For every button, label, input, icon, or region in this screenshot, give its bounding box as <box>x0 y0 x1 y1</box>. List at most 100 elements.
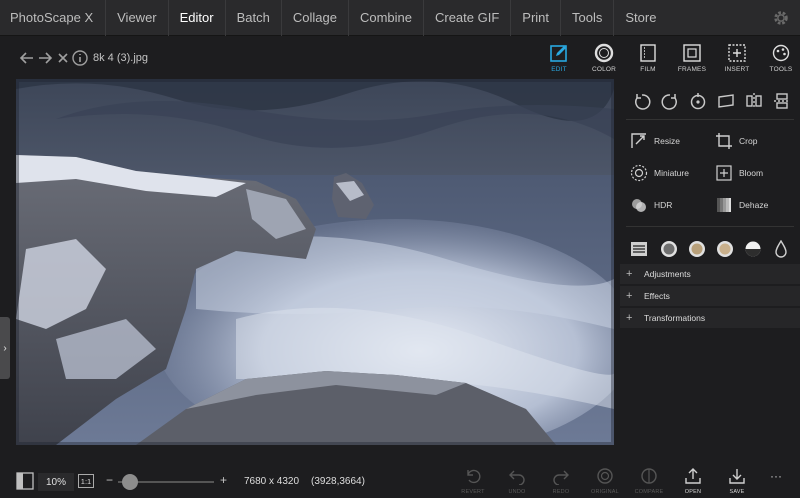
back-arrow-icon[interactable] <box>18 49 36 67</box>
rotate-free-icon[interactable] <box>688 91 708 111</box>
plus-icon: + <box>626 290 633 302</box>
original-icon <box>597 468 613 484</box>
editor-toolbar: 8k 4 (3).jpg EDIT COLOR FILM FRAMES INSE… <box>0 37 800 79</box>
file-name: 8k 4 (3).jpg <box>93 52 149 64</box>
bottom-statusbar: 10% 1:1 − + 7680 x 4320 (3928,3664) REVE… <box>0 466 800 498</box>
miniature-button[interactable]: Miniature <box>630 160 689 186</box>
section-transformations[interactable]: + Transformations <box>620 308 800 328</box>
resize-button[interactable]: Resize <box>630 128 680 154</box>
redo-label: REDO <box>552 489 570 495</box>
miniature-icon <box>630 164 648 182</box>
color-wheel-icon <box>594 43 614 63</box>
section-effects[interactable]: + Effects <box>620 286 800 306</box>
image-dimensions: 7680 x 4320 <box>244 476 300 487</box>
menu-print[interactable]: Print <box>511 0 562 36</box>
open-upload-icon <box>685 468 701 484</box>
rotation-toolbar <box>620 87 800 115</box>
edit-panel: Resize Crop Miniature Bloom HDR Dehaze +… <box>620 79 800 455</box>
tab-insert-label: INSERT <box>724 66 750 73</box>
info-icon[interactable] <box>71 49 89 67</box>
contrast-icon[interactable] <box>744 240 762 258</box>
menu-tools[interactable]: Tools <box>561 0 615 36</box>
photo-seascape-image[interactable] <box>16 79 614 445</box>
plus-icon: + <box>626 268 633 280</box>
undo-label: UNDO <box>508 489 526 495</box>
section-effects-label: Effects <box>644 291 670 301</box>
tab-edit-label: EDIT <box>551 66 567 73</box>
filter-preset-icon[interactable] <box>660 240 678 258</box>
panel-toggle-icon[interactable] <box>16 471 34 491</box>
insert-icon <box>728 44 746 62</box>
menu-viewer[interactable]: Viewer <box>106 0 169 36</box>
zoom-level[interactable]: 10% <box>38 473 74 491</box>
menu-photoscape-x[interactable]: PhotoScape X <box>0 0 107 36</box>
dehaze-button[interactable]: Dehaze <box>715 192 768 218</box>
tab-tools[interactable]: TOOLS <box>759 43 800 77</box>
zoom-in-button[interactable]: + <box>220 473 227 487</box>
close-icon[interactable] <box>54 49 72 67</box>
resize-label: Resize <box>654 136 680 146</box>
tab-frames-label: FRAMES <box>677 66 707 73</box>
revert-button[interactable]: REVERT <box>455 466 491 498</box>
expand-sidebar-tab[interactable]: › <box>0 317 10 379</box>
original-button[interactable]: ORIGINAL <box>587 466 623 498</box>
plus-icon: + <box>626 312 633 324</box>
tab-frames[interactable]: FRAMES <box>670 43 714 77</box>
menu-editor[interactable]: Editor <box>169 0 226 36</box>
menu-create-gif[interactable]: Create GIF <box>424 0 512 36</box>
redo-button[interactable]: REDO <box>543 466 579 498</box>
flip-horizontal-icon[interactable] <box>744 91 764 111</box>
filter-sepia-icon[interactable] <box>716 240 734 258</box>
forward-arrow-icon[interactable] <box>36 49 54 67</box>
menu-collage[interactable]: Collage <box>282 0 349 36</box>
section-adjustments[interactable]: + Adjustments <box>620 264 800 284</box>
compare-label: COMPARE <box>634 489 664 495</box>
actual-size-button[interactable]: 1:1 <box>78 474 94 488</box>
menu-batch[interactable]: Batch <box>226 0 282 36</box>
dehaze-label: Dehaze <box>739 200 769 210</box>
frame-icon <box>683 44 701 62</box>
tab-edit[interactable]: EDIT <box>537 43 581 77</box>
tab-color-label: COLOR <box>591 66 617 73</box>
tab-insert[interactable]: INSERT <box>715 43 759 77</box>
bloom-icon <box>716 165 732 181</box>
open-button[interactable]: OPEN <box>675 466 711 498</box>
bloom-button[interactable]: Bloom <box>715 160 763 186</box>
open-label: OPEN <box>684 489 702 495</box>
zoom-slider-handle[interactable] <box>122 474 138 490</box>
straighten-icon[interactable] <box>716 91 736 111</box>
crop-icon <box>716 133 732 149</box>
image-canvas[interactable]: › <box>0 79 620 447</box>
main-menubar: PhotoScape X Viewer Editor Batch Collage… <box>0 0 800 36</box>
droplet-icon[interactable] <box>772 240 790 258</box>
hdr-button[interactable]: HDR <box>630 192 672 218</box>
filter-warm-icon[interactable] <box>688 240 706 258</box>
tab-color[interactable]: COLOR <box>582 43 626 77</box>
undo-icon <box>509 470 525 485</box>
edit-pencil-icon <box>550 45 567 62</box>
filter-presets-row <box>620 234 800 264</box>
gear-icon[interactable] <box>772 9 790 27</box>
miniature-label: Miniature <box>654 168 689 178</box>
more-options-button[interactable]: ··· <box>770 469 782 483</box>
compare-button[interactable]: COMPARE <box>631 466 667 498</box>
zoom-out-button[interactable]: − <box>106 473 113 487</box>
rotate-right-icon[interactable] <box>660 91 680 111</box>
list-icon[interactable] <box>630 240 648 258</box>
menu-combine[interactable]: Combine <box>349 0 424 36</box>
tab-tools-label: TOOLS <box>769 66 793 73</box>
crop-button[interactable]: Crop <box>715 128 757 154</box>
tools-icon <box>772 44 790 62</box>
tab-film[interactable]: FILM <box>626 43 670 77</box>
flip-vertical-icon[interactable] <box>772 91 792 111</box>
save-button[interactable]: SAVE <box>719 466 755 498</box>
film-icon <box>640 44 656 62</box>
divider <box>626 226 794 227</box>
undo-button[interactable]: UNDO <box>499 466 535 498</box>
menu-store[interactable]: Store <box>614 0 667 36</box>
rotate-left-icon[interactable] <box>632 91 652 111</box>
hdr-icon <box>632 199 646 212</box>
revert-icon <box>467 469 481 484</box>
compare-icon <box>641 468 657 484</box>
crop-label: Crop <box>739 136 758 146</box>
